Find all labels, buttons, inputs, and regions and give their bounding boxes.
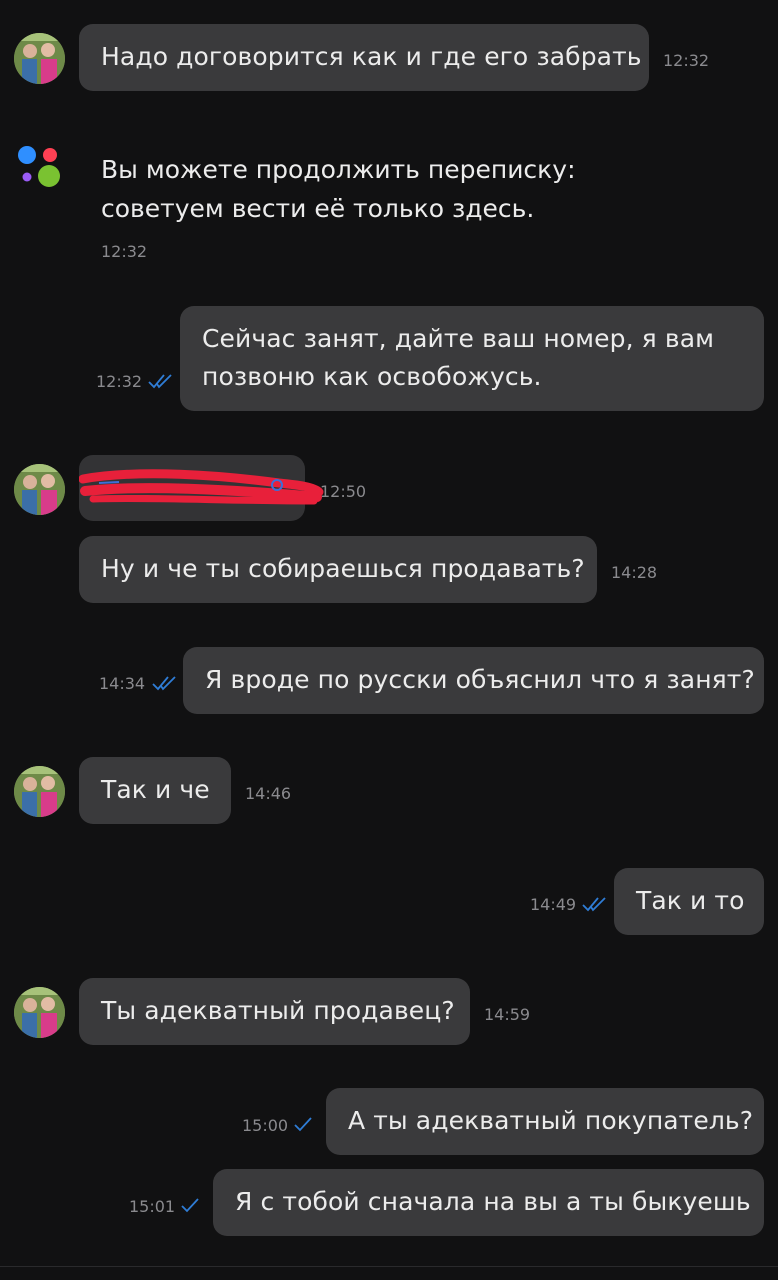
message-text-line: Сейчас занят, дайте ваш номер, я вам bbox=[202, 324, 715, 353]
message-time: 12:50 bbox=[320, 482, 367, 501]
message-time: 14:59 bbox=[484, 1005, 531, 1024]
message-bubble[interactable]: Я с тобой сначала на вы а ты быкуешь bbox=[213, 1169, 764, 1236]
message-text: Так и че bbox=[101, 775, 210, 804]
message-time: 12:32 bbox=[96, 372, 143, 391]
single-check-icon bbox=[181, 1198, 199, 1213]
user-avatar-icon bbox=[14, 33, 65, 84]
user-avatar-icon bbox=[14, 766, 65, 817]
message-text: А ты адекватный покупатель? bbox=[348, 1106, 754, 1135]
message-text-line: позвоню как освобожусь. bbox=[202, 362, 542, 391]
double-check-icon bbox=[152, 676, 176, 691]
message-bubble[interactable]: Ты адекватный продавец? bbox=[79, 978, 470, 1045]
message-time: 12:32 bbox=[101, 242, 148, 261]
system-message-line: Вы можете продолжить переписку: bbox=[101, 155, 576, 184]
message-bubble[interactable]: Я вроде по русски объяснил что я занят? bbox=[183, 647, 764, 714]
message-time: 14:28 bbox=[611, 563, 658, 582]
double-check-icon bbox=[582, 897, 606, 912]
message-time: 14:49 bbox=[530, 895, 577, 914]
message-time: 12:32 bbox=[663, 51, 710, 70]
message-bubble[interactable]: Ну и че ты собираешься продавать? bbox=[79, 536, 597, 603]
system-message: Вы можете продолжить переписку: советуем… bbox=[101, 150, 576, 228]
system-message-line: советуем вести её только здесь. bbox=[101, 194, 535, 223]
sender-avatar[interactable] bbox=[14, 766, 65, 817]
message-bubble[interactable]: Так и то bbox=[614, 868, 764, 935]
message-text: Ну и че ты собираешься продавать? bbox=[101, 554, 585, 583]
redaction-scribble bbox=[79, 469, 324, 505]
user-avatar-icon bbox=[14, 464, 65, 515]
message-bubble[interactable]: Сейчас занят, дайте ваш номер, я вам поз… bbox=[180, 306, 764, 411]
sender-avatar[interactable] bbox=[14, 33, 65, 84]
message-bubble[interactable]: Так и че bbox=[79, 757, 231, 824]
user-avatar-icon bbox=[14, 987, 65, 1038]
message-text: Я вроде по русски объяснил что я занят? bbox=[205, 665, 755, 694]
message-time: 15:01 bbox=[129, 1197, 176, 1216]
double-check-icon bbox=[148, 374, 172, 389]
sender-avatar[interactable] bbox=[14, 987, 65, 1038]
sender-avatar[interactable] bbox=[14, 464, 65, 515]
message-bubble[interactable]: А ты адекватный покупатель? bbox=[326, 1088, 764, 1155]
service-logo-icon bbox=[18, 146, 60, 187]
message-time: 14:34 bbox=[99, 674, 146, 693]
message-time: 15:00 bbox=[242, 1116, 289, 1135]
message-text: Так и то bbox=[636, 886, 745, 915]
redacted-message-bubble[interactable] bbox=[79, 455, 324, 521]
message-bubble[interactable]: Надо договорится как и где его забрать bbox=[79, 24, 649, 91]
message-time: 14:46 bbox=[245, 784, 292, 803]
divider bbox=[0, 1266, 778, 1267]
chat-thread: Надо договорится как и где его забрать 1… bbox=[0, 0, 778, 1280]
message-text: Я с тобой сначала на вы а ты быкуешь bbox=[235, 1187, 751, 1216]
message-text: Надо договорится как и где его забрать bbox=[101, 42, 642, 71]
message-text: Ты адекватный продавец? bbox=[101, 996, 455, 1025]
single-check-icon bbox=[294, 1117, 312, 1132]
